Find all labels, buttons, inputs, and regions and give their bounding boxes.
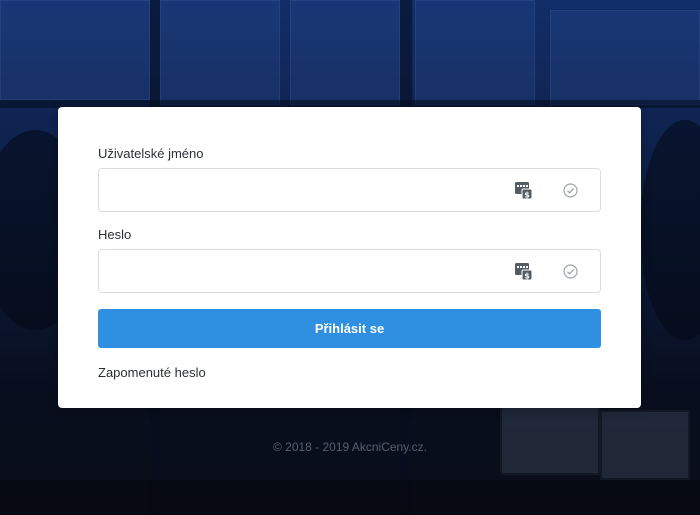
svg-text:$: $	[524, 272, 530, 281]
username-label: Uživatelské jméno	[98, 146, 204, 161]
copyright-footer: © 2018 - 2019 AkcniCeny.cz.	[272, 440, 428, 454]
login-button[interactable]: Přihlásit se	[98, 309, 601, 348]
window-pane	[0, 0, 150, 100]
check-circle-icon	[563, 183, 578, 198]
svg-text:$: $	[524, 191, 530, 200]
password-input[interactable]	[99, 250, 499, 292]
login-card: Uživatelské jméno $ Heslo $ Přihlásit se…	[58, 107, 641, 408]
check-circle-icon	[563, 264, 578, 279]
desk-silhouette	[0, 480, 700, 515]
window-pane	[290, 0, 400, 105]
password-field[interactable]: $	[98, 249, 601, 293]
forgot-password-link[interactable]: Zapomenuté heslo	[98, 365, 206, 380]
password-label: Heslo	[98, 227, 132, 242]
window-pane	[160, 0, 280, 105]
window-pane	[550, 10, 700, 105]
username-input[interactable]	[99, 169, 499, 211]
plant-silhouette	[640, 120, 700, 340]
password-manager-icon[interactable]: $	[515, 181, 532, 200]
password-manager-icon[interactable]: $	[515, 262, 532, 281]
username-field[interactable]: $	[98, 168, 601, 212]
window-pane	[415, 0, 535, 105]
